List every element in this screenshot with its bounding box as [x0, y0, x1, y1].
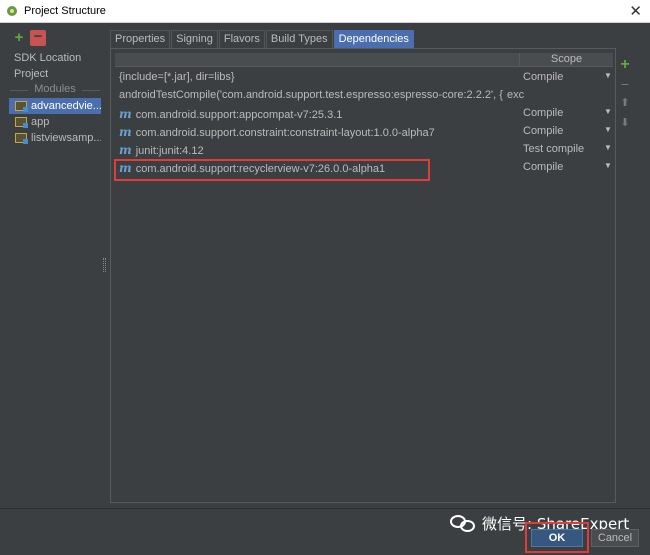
add-dependency-icon[interactable]: + [618, 56, 632, 74]
table-row[interactable]: m junit:junit:4.12 Test compile ▼ [115, 141, 613, 159]
dropdown-arrow-icon[interactable]: ▼ [604, 161, 612, 170]
module-label: listviewsamp... [31, 132, 101, 144]
scope-column-header[interactable]: Scope [519, 53, 613, 67]
title-bar: Project Structure ✕ [0, 0, 650, 23]
maven-library-icon: m [119, 107, 132, 121]
project-item[interactable]: Project [14, 68, 48, 80]
tab-bar: Properties Signing Flavors Build Types D… [110, 30, 415, 48]
table-row[interactable]: androidTestCompile('com.android.support.… [115, 87, 613, 105]
android-studio-icon [7, 6, 17, 16]
dependency-label: junit:junit:4.12 [135, 145, 204, 157]
table-header: Scope [115, 53, 613, 67]
scope-value: exc [507, 89, 525, 101]
module-item-listviewsample[interactable]: listviewsamp... [9, 130, 101, 146]
pane-splitter[interactable] [103, 258, 106, 272]
modules-header: Modules [8, 83, 102, 97]
move-down-icon[interactable]: ⬇ [618, 116, 632, 129]
table-row[interactable]: {include=[*.jar], dir=libs} Compile ▼ [115, 69, 613, 87]
table-row[interactable]: m com.android.support:appcompat-v7:25.3.1… [115, 105, 613, 123]
left-toolbar: + − [8, 29, 108, 47]
window-title: Project Structure [24, 5, 106, 17]
dependency-label: com.android.support.constraint:constrain… [135, 127, 435, 139]
module-item-app[interactable]: app [9, 114, 101, 130]
maven-library-icon: m [119, 125, 132, 139]
dependency-name: m com.android.support.constraint:constrai… [119, 125, 435, 139]
left-nav-pane: SDK Location Project Modules advancedvie… [8, 49, 102, 503]
maven-library-icon: m [119, 143, 132, 157]
dropdown-arrow-icon[interactable]: ▼ [604, 107, 612, 116]
add-module-icon[interactable]: + [11, 30, 27, 46]
dependency-name: {include=[*.jar], dir=libs} [119, 71, 235, 83]
close-icon[interactable]: ✕ [629, 2, 642, 20]
tab-build-types[interactable]: Build Types [265, 30, 333, 48]
scope-select[interactable]: Compile [523, 125, 563, 137]
scope-select[interactable]: Compile [523, 161, 563, 173]
module-folder-icon [15, 133, 28, 144]
tab-flavors[interactable]: Flavors [218, 30, 265, 48]
tab-dependencies[interactable]: Dependencies [333, 30, 414, 48]
dependency-name: m com.android.support:appcompat-v7:25.3.1 [119, 107, 342, 121]
module-label: app [31, 116, 50, 128]
remove-module-icon[interactable]: − [30, 29, 46, 46]
wechat-icon [450, 513, 476, 533]
move-up-icon[interactable]: ⬆ [618, 96, 632, 109]
highlight-annotation [114, 159, 430, 181]
module-item-advancedview[interactable]: advancedvie... [9, 98, 101, 114]
scope-select[interactable]: Compile [523, 107, 563, 119]
module-folder-icon [15, 117, 28, 128]
scope-select[interactable]: Test compile [523, 143, 584, 155]
module-folder-icon [15, 101, 28, 112]
dependency-name: androidTestCompile('com.android.support.… [119, 89, 503, 101]
dropdown-arrow-icon[interactable]: ▼ [604, 71, 612, 80]
module-label: advancedvie... [31, 100, 101, 112]
dropdown-arrow-icon[interactable]: ▼ [604, 143, 612, 152]
table-row[interactable]: m com.android.support.constraint:constrai… [115, 123, 613, 141]
cancel-button[interactable]: Cancel [591, 529, 639, 547]
sdk-location-item[interactable]: SDK Location [14, 52, 81, 64]
scope-select[interactable]: Compile [523, 71, 563, 83]
tab-properties[interactable]: Properties [110, 30, 171, 48]
modules-header-label: Modules [34, 83, 76, 95]
dependencies-table: Scope {include=[*.jar], dir=libs} Compil… [110, 48, 616, 503]
ok-button[interactable]: OK [531, 529, 583, 547]
tab-signing[interactable]: Signing [171, 30, 218, 48]
remove-dependency-icon[interactable]: − [618, 76, 632, 92]
dependency-name: m junit:junit:4.12 [119, 143, 204, 157]
dependency-label: com.android.support:appcompat-v7:25.3.1 [135, 109, 343, 121]
dropdown-arrow-icon[interactable]: ▼ [604, 125, 612, 134]
